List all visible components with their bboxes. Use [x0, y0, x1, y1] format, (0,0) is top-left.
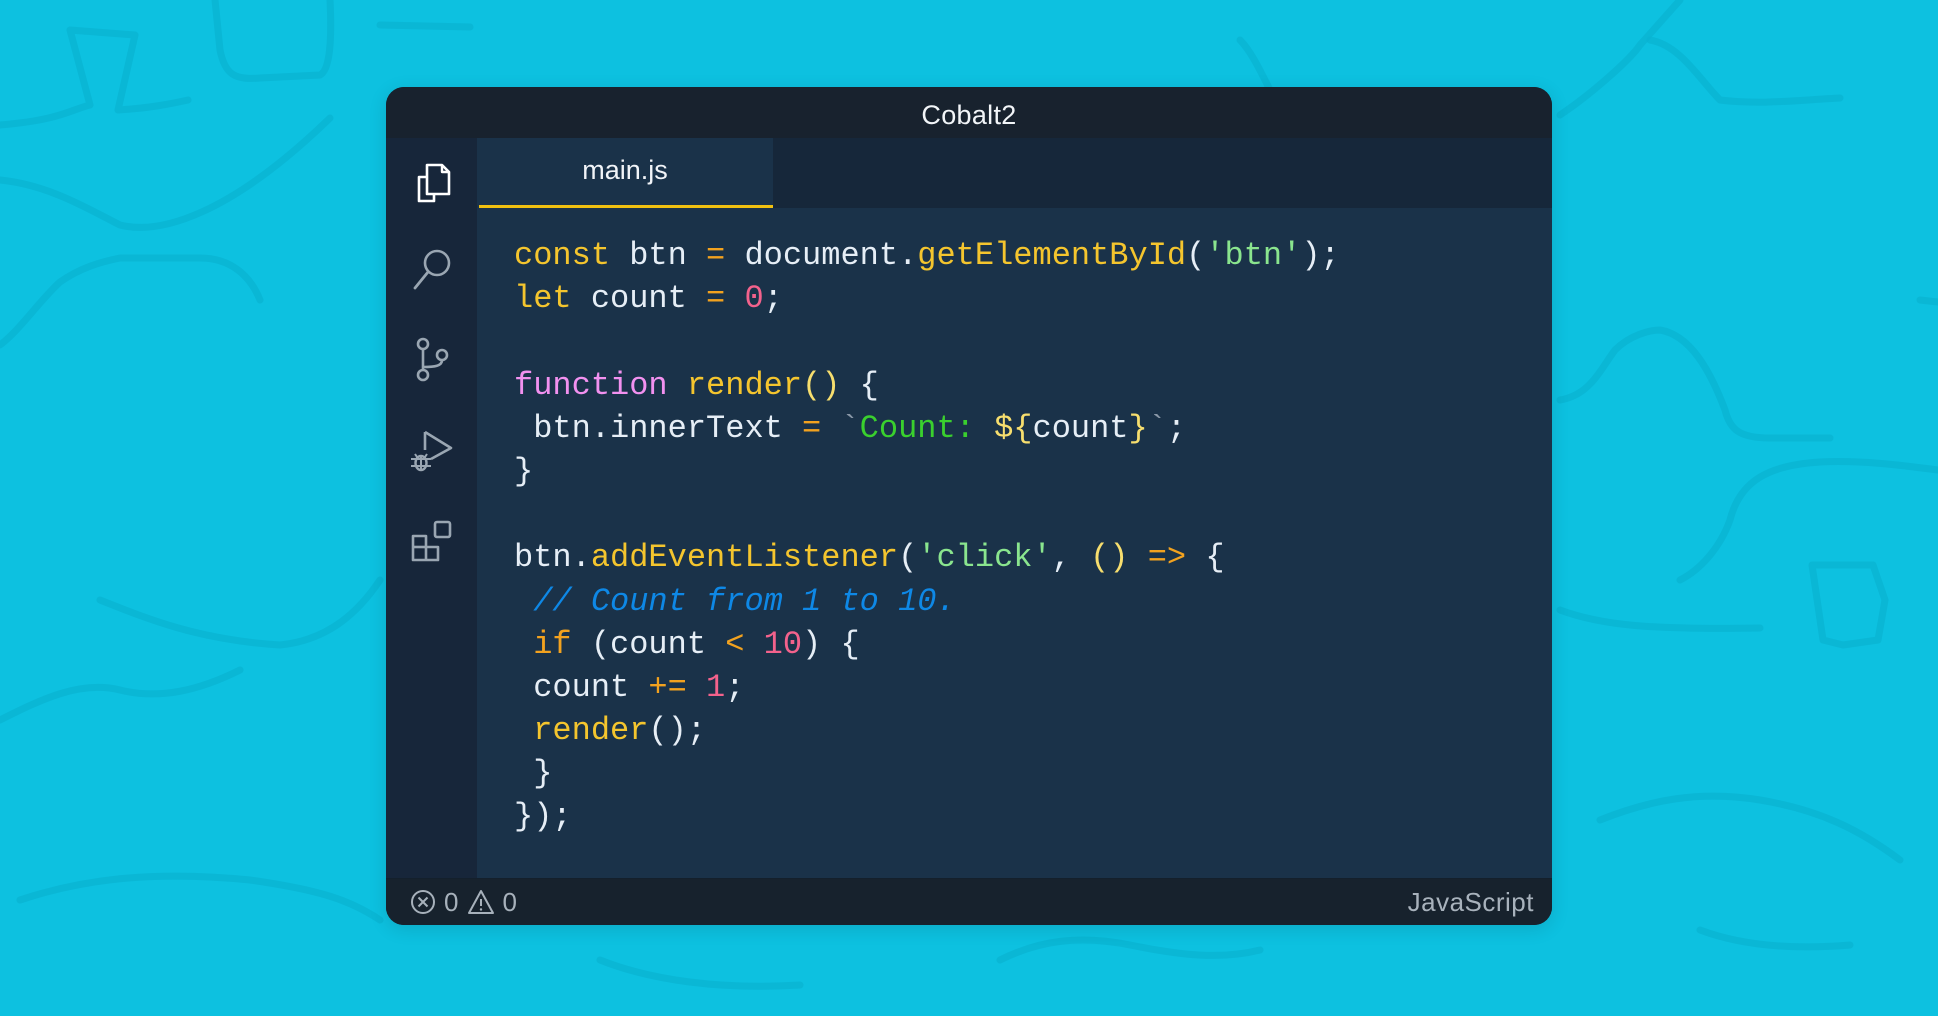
code-line: // Count from 1 to 10. — [514, 580, 1340, 623]
code-token: ( — [1186, 237, 1206, 274]
code-line: let count = 0; — [514, 277, 1340, 320]
code-token: btn.innerText — [514, 409, 803, 447]
error-count: 0 — [444, 886, 459, 917]
code-line: function render() { — [514, 364, 1340, 407]
code-token: < — [725, 625, 745, 663]
warnings-indicator[interactable]: 0 — [466, 886, 517, 918]
code-line: count += 1; — [514, 666, 1340, 709]
code-token: ${ — [994, 409, 1033, 447]
code-token: 0 — [744, 280, 764, 318]
code-token: 1 — [706, 668, 726, 706]
tab-bar: main.js — [477, 138, 1552, 208]
code-token: ) { — [802, 625, 860, 663]
code-token: btn. — [514, 539, 591, 577]
code-content[interactable]: const btn = document.getElementById('btn… — [514, 234, 1340, 839]
source-control-icon — [416, 337, 449, 382]
warning-icon — [468, 890, 495, 914]
code-token: ` — [840, 409, 860, 447]
code-editor[interactable]: const btn = document.getElementById('btn… — [477, 208, 1552, 925]
code-token: = — [706, 280, 726, 318]
tab-main-js[interactable]: main.js — [477, 138, 773, 208]
warning-count: 0 — [502, 886, 517, 917]
error-icon — [411, 890, 435, 914]
code-token: btn — [610, 237, 707, 274]
code-line: render(); — [514, 709, 1340, 752]
files-icon — [417, 163, 451, 203]
code-token: , — [1051, 539, 1091, 577]
code-token: document. — [725, 237, 918, 274]
code-token: } — [514, 755, 553, 793]
run-debug-icon — [411, 430, 453, 472]
activity-source-control[interactable] — [404, 332, 460, 388]
activity-extensions[interactable] — [404, 513, 460, 569]
code-token: ( — [898, 539, 918, 577]
code-token: += — [648, 668, 687, 706]
code-token: ` — [1147, 409, 1167, 447]
code-token: } — [1128, 409, 1148, 447]
code-line: } — [514, 752, 1340, 795]
code-token: { — [1186, 539, 1225, 577]
activity-bar — [386, 138, 477, 925]
window-title: Cobalt2 — [921, 100, 1017, 130]
code-token: if — [533, 625, 572, 663]
code-token: // Count from 1 to 10. — [514, 582, 956, 620]
code-line: }); — [514, 795, 1340, 838]
code-token: = — [706, 237, 726, 274]
code-token: getElementById — [917, 237, 1187, 274]
activity-explorer[interactable] — [404, 154, 460, 210]
code-token: () — [802, 366, 841, 404]
code-token: const — [514, 237, 611, 274]
code-token: let — [514, 280, 572, 318]
code-token: ; — [763, 280, 783, 318]
extensions-icon — [411, 520, 452, 562]
code-token: 'click' — [917, 539, 1052, 577]
tab-label: main.js — [582, 154, 668, 185]
activity-run-debug[interactable] — [404, 423, 460, 479]
code-token: function — [514, 366, 668, 404]
language-mode[interactable]: JavaScript — [1408, 887, 1534, 918]
code-line: const btn = document.getElementById('btn… — [514, 234, 1340, 277]
code-token: ; — [1166, 409, 1187, 447]
code-token: 10 — [763, 625, 803, 663]
code-line: btn.innerText = `Count: ${count}`; — [514, 407, 1340, 450]
code-token: = — [802, 409, 822, 447]
code-token: count — [1032, 409, 1129, 447]
code-token: addEventListener — [590, 539, 899, 577]
code-token: render — [533, 712, 649, 750]
code-token: ; — [725, 668, 745, 706]
search-icon — [413, 249, 451, 290]
code-token: count — [571, 280, 707, 318]
code-token: } — [514, 452, 534, 490]
code-token: 'btn' — [1205, 237, 1302, 274]
code-token: (count — [571, 625, 726, 663]
code-token: ); — [1301, 237, 1340, 274]
code-token: => — [1147, 539, 1187, 577]
code-token: Count: — [859, 409, 995, 447]
code-line: if (count < 10) { — [514, 623, 1340, 666]
editor-window: Cobalt2 main.js const btn = document.get… — [386, 87, 1552, 925]
code-token: () — [1090, 539, 1129, 577]
status-bar: 0 0 JavaScript — [386, 878, 1552, 925]
code-token: }); — [514, 798, 572, 836]
code-token: render — [686, 366, 803, 404]
activity-search[interactable] — [404, 241, 460, 297]
code-token: count — [514, 668, 649, 706]
title-bar: Cobalt2 — [386, 87, 1552, 138]
errors-indicator[interactable]: 0 — [408, 887, 458, 918]
code-line: } — [514, 450, 1340, 493]
code-token: (); — [648, 712, 707, 750]
code-line: btn.addEventListener('click', () => { — [514, 536, 1340, 579]
code-token: { — [840, 366, 879, 404]
